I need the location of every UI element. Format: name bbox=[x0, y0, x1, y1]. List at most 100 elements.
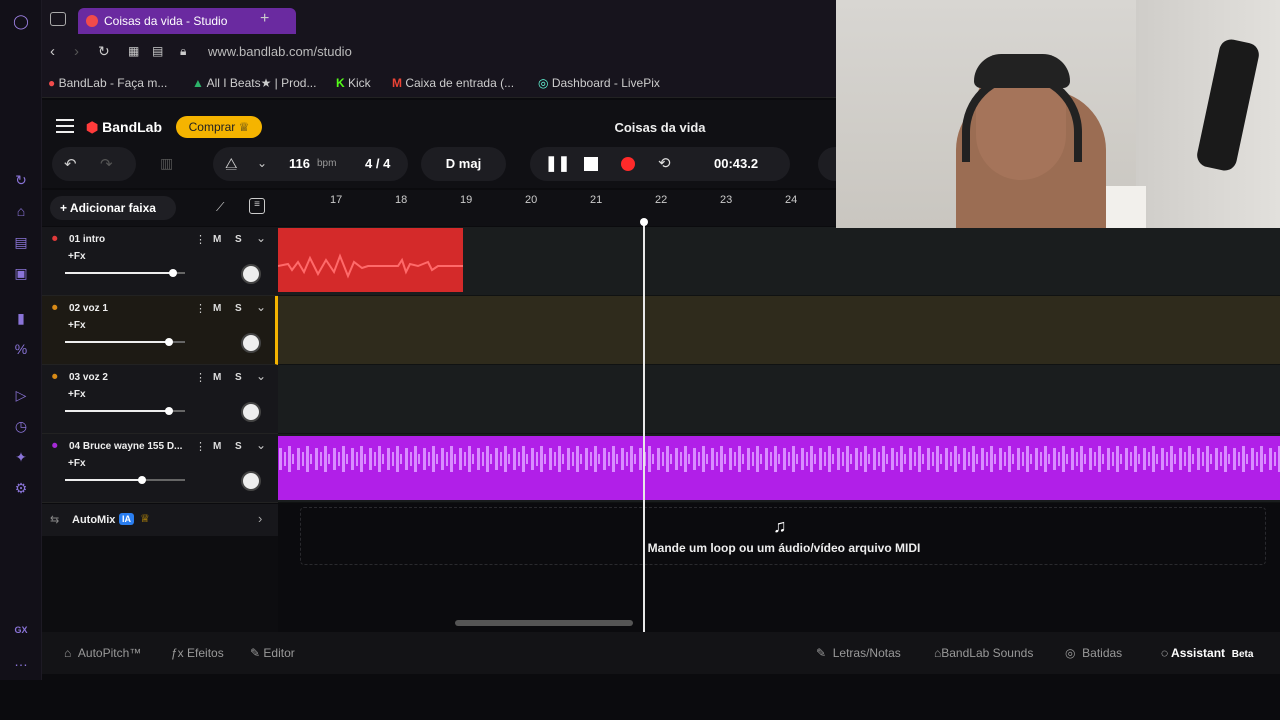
forward-icon[interactable]: › bbox=[74, 43, 79, 60]
track-header[interactable]: ⏺ 02 voz 1 +Fx ⋮ M S ⌄ bbox=[42, 296, 278, 365]
more-icon[interactable]: … bbox=[11, 651, 31, 671]
extensions-icon[interactable]: ✦ bbox=[11, 447, 31, 467]
key-button[interactable]: D maj bbox=[421, 147, 506, 181]
track-options-icon[interactable]: ⋮ bbox=[195, 233, 206, 246]
track-name[interactable]: 03 voz 2 bbox=[69, 372, 108, 383]
autopitch-button[interactable]: ⌂ AutoPitch™ bbox=[64, 646, 141, 660]
buy-button[interactable]: Comprar ♕ bbox=[176, 116, 262, 138]
bookmark-bandlab[interactable]: ● BandLab - Faça m... bbox=[48, 76, 167, 90]
editor-button[interactable]: ✎ Editor bbox=[250, 646, 295, 660]
bookmark-gmail[interactable]: M Caixa de entrada (... bbox=[392, 76, 514, 90]
solo-button[interactable]: S bbox=[235, 372, 242, 383]
chevron-right-icon[interactable]: › bbox=[258, 511, 262, 526]
track-lane-2[interactable] bbox=[278, 296, 1280, 365]
audio-region-beat[interactable] bbox=[278, 436, 1280, 500]
mute-button[interactable]: M bbox=[213, 372, 221, 383]
messenger-icon[interactable]: ▣ bbox=[11, 263, 31, 283]
pan-knob[interactable] bbox=[241, 471, 261, 491]
pause-icon[interactable]: ❚❚ bbox=[545, 154, 570, 172]
volume-slider[interactable] bbox=[65, 338, 185, 346]
record-icon[interactable] bbox=[621, 157, 635, 171]
mute-button[interactable]: M bbox=[213, 234, 221, 245]
reload-icon[interactable]: ↻ bbox=[98, 43, 110, 60]
volume-slider[interactable] bbox=[65, 269, 185, 277]
mute-button[interactable]: M bbox=[213, 441, 221, 452]
twitch-icon[interactable]: ▮ bbox=[11, 308, 31, 328]
automix-row[interactable]: ⇆ AutoMix IA ♕ › bbox=[42, 504, 278, 536]
player-icon[interactable]: ▷ bbox=[11, 385, 31, 405]
track-header[interactable]: ⏺ 01 intro +Fx ⋮ M S ⌄ bbox=[42, 227, 278, 296]
mute-button[interactable]: M bbox=[213, 303, 221, 314]
audio-region-intro[interactable] bbox=[277, 228, 463, 292]
shopping-icon[interactable]: ⌂ bbox=[11, 201, 31, 221]
track-options-icon[interactable]: ⋮ bbox=[195, 371, 206, 384]
track-fx-button[interactable]: +Fx bbox=[68, 251, 86, 262]
redo-icon[interactable]: ↷ bbox=[100, 155, 113, 173]
playhead-handle[interactable] bbox=[640, 218, 648, 226]
mic-icon[interactable]: ⏺ bbox=[52, 233, 58, 246]
track-fx-button[interactable]: +Fx bbox=[68, 389, 86, 400]
new-tab-button[interactable]: + bbox=[260, 10, 269, 28]
pan-knob[interactable] bbox=[241, 264, 261, 284]
track-lane-3[interactable] bbox=[278, 365, 1280, 434]
solo-button[interactable]: S bbox=[235, 303, 242, 314]
pan-knob[interactable] bbox=[241, 333, 261, 353]
image-icon[interactable]: ▤ bbox=[11, 232, 31, 252]
effects-button[interactable]: ƒx Efeitos bbox=[171, 646, 224, 660]
filter-icon[interactable]: ≡ bbox=[249, 198, 265, 214]
aria-icon[interactable]: ↻ bbox=[11, 170, 31, 190]
assistant-button[interactable]: ◌ Assistant Beta bbox=[1161, 646, 1253, 660]
loop-icon[interactable]: ⟲ bbox=[658, 154, 671, 172]
undo-icon[interactable]: ↶ bbox=[64, 155, 77, 173]
tuner-icon[interactable]: ⟋ bbox=[216, 200, 224, 215]
metronome-icon[interactable]: ⧋ bbox=[225, 155, 238, 172]
url-field[interactable]: www.bandlab.com/studio bbox=[208, 44, 352, 59]
menu-icon[interactable] bbox=[56, 119, 74, 133]
workspace-icon[interactable] bbox=[50, 12, 66, 26]
save-icon[interactable]: ▤ bbox=[152, 44, 163, 58]
project-title[interactable]: Coisas da vida bbox=[560, 120, 760, 135]
track-header[interactable]: ⏺ 03 voz 2 +Fx ⋮ M S ⌄ bbox=[42, 365, 278, 434]
gx-label[interactable]: GX bbox=[11, 620, 31, 640]
track-lane-4[interactable] bbox=[278, 434, 1280, 503]
mic-icon[interactable]: ⏺ bbox=[52, 371, 58, 384]
track-name[interactable]: 01 intro bbox=[69, 234, 105, 245]
piano-icon[interactable]: ▥ bbox=[160, 155, 173, 172]
bookmark-beats[interactable]: ▲ All I Beats★ | Prod... bbox=[192, 76, 316, 90]
history-icon[interactable]: ◷ bbox=[11, 416, 31, 436]
drop-zone[interactable]: ♫ Mande um loop ou um áudio/vídeo arquiv… bbox=[300, 507, 1266, 565]
track-fx-button[interactable]: +Fx bbox=[68, 458, 86, 469]
volume-slider[interactable] bbox=[65, 407, 185, 415]
track-lane-1[interactable] bbox=[277, 227, 1280, 296]
solo-button[interactable]: S bbox=[235, 441, 242, 452]
track-fx-button[interactable]: +Fx bbox=[68, 320, 86, 331]
tempo-value[interactable]: 116 bbox=[289, 156, 310, 171]
stop-icon[interactable] bbox=[584, 157, 598, 171]
track-name[interactable]: 02 voz 1 bbox=[69, 303, 108, 314]
mic-icon[interactable]: ⏺ bbox=[52, 302, 58, 315]
track-options-icon[interactable]: ⋮ bbox=[195, 302, 206, 315]
bandlab-logo[interactable]: ⬢ BandLab bbox=[86, 119, 162, 136]
snapshot-icon[interactable]: ▦ bbox=[128, 44, 139, 58]
horizontal-scrollbar[interactable] bbox=[455, 620, 633, 626]
track-header[interactable]: ⏺ 04 Bruce wayne 155 D... +Fx ⋮ M S ⌄ bbox=[42, 434, 278, 503]
chevron-down-icon[interactable]: ⌄ bbox=[256, 231, 266, 245]
opera-logo-icon[interactable]: ◯ bbox=[11, 11, 31, 31]
chevron-down-icon[interactable]: ⌄ bbox=[256, 369, 266, 383]
track-name[interactable]: 04 Bruce wayne 155 D... bbox=[69, 441, 182, 452]
settings-icon[interactable]: ⚙ bbox=[11, 478, 31, 498]
chevron-down-icon[interactable]: ⌄ bbox=[257, 156, 267, 170]
beats-button[interactable]: ◎ Batidas bbox=[1065, 646, 1122, 660]
bookmark-livepix[interactable]: ◎ Dashboard - LivePix bbox=[538, 76, 660, 90]
playhead[interactable] bbox=[643, 222, 645, 632]
add-track-button[interactable]: + Adicionar faixa bbox=[50, 196, 176, 220]
lyrics-button[interactable]: ✎ Letras/Notas bbox=[816, 646, 901, 660]
bookmark-kick[interactable]: K Kick bbox=[336, 76, 371, 90]
back-icon[interactable]: ‹ bbox=[50, 43, 55, 60]
percent-icon[interactable]: % bbox=[11, 339, 31, 359]
solo-button[interactable]: S bbox=[235, 234, 242, 245]
volume-slider[interactable] bbox=[65, 476, 185, 484]
pan-knob[interactable] bbox=[241, 402, 261, 422]
sounds-button[interactable]: ⌂BandLab Sounds bbox=[934, 646, 1033, 660]
mic-icon[interactable]: ⏺ bbox=[52, 440, 58, 453]
